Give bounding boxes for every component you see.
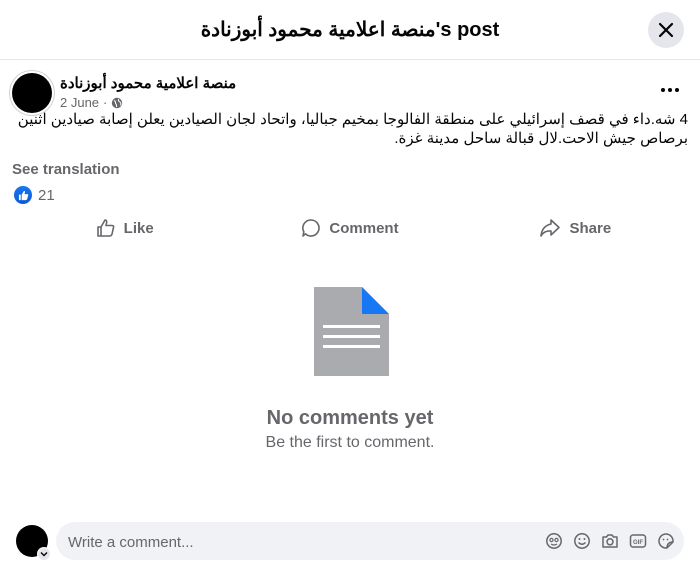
meta-separator: · [103, 95, 108, 110]
gif-icon[interactable]: GIF [628, 531, 648, 551]
comment-label: Comment [329, 219, 399, 237]
camera-icon[interactable] [600, 531, 620, 551]
avatar-sticker-icon[interactable] [544, 531, 564, 551]
empty-comments-title: No comments yet [266, 407, 434, 429]
author-name[interactable]: منصة اعلامية محمود أبوزنادة [60, 74, 236, 92]
avatar-dropdown-badge[interactable] [37, 547, 51, 561]
thumbs-up-icon [96, 219, 115, 237]
sticker-icon[interactable] [656, 531, 676, 551]
reactions-summary[interactable]: 21 [14, 186, 55, 204]
post-date[interactable]: 2 June [60, 95, 99, 110]
reaction-count: 21 [38, 186, 55, 204]
post-actions: Like Comment Share [12, 210, 688, 246]
emoji-icon[interactable] [572, 531, 592, 551]
more-dot [675, 88, 679, 92]
post-meta: 2 June · [60, 95, 123, 110]
document-icon [314, 287, 389, 376]
comment-input[interactable] [66, 522, 530, 562]
close-button[interactable] [648, 12, 684, 48]
svg-text:GIF: GIF [633, 540, 643, 546]
share-icon [540, 219, 561, 237]
more-dot [661, 88, 665, 92]
close-icon [658, 22, 674, 38]
globe-icon[interactable] [111, 97, 123, 109]
dialog-header: منصة اعلامية محمود أبوزنادة's post [0, 0, 700, 60]
composer-toolbar: GIF [544, 531, 676, 551]
author-avatar[interactable] [12, 73, 52, 113]
dialog-title: منصة اعلامية محمود أبوزنادة's post [200, 19, 500, 41]
like-label: Like [123, 219, 154, 237]
comment-button[interactable]: Comment [237, 210, 462, 246]
share-button[interactable]: Share [463, 210, 688, 246]
comment-icon [302, 219, 321, 237]
share-label: Share [569, 219, 612, 237]
like-reaction-icon [14, 186, 32, 204]
more-options-button[interactable] [658, 80, 682, 100]
like-button[interactable]: Like [12, 210, 237, 246]
post-text: 4 شه.داء في قصف إسرائيلي على منطقة الفال… [17, 111, 688, 147]
empty-comments-subtitle: Be the first to comment. [265, 434, 435, 451]
comment-composer: GIF [56, 522, 684, 562]
chevron-down-icon [40, 552, 48, 557]
see-translation-link[interactable]: See translation [12, 161, 120, 178]
more-dot [668, 88, 672, 92]
